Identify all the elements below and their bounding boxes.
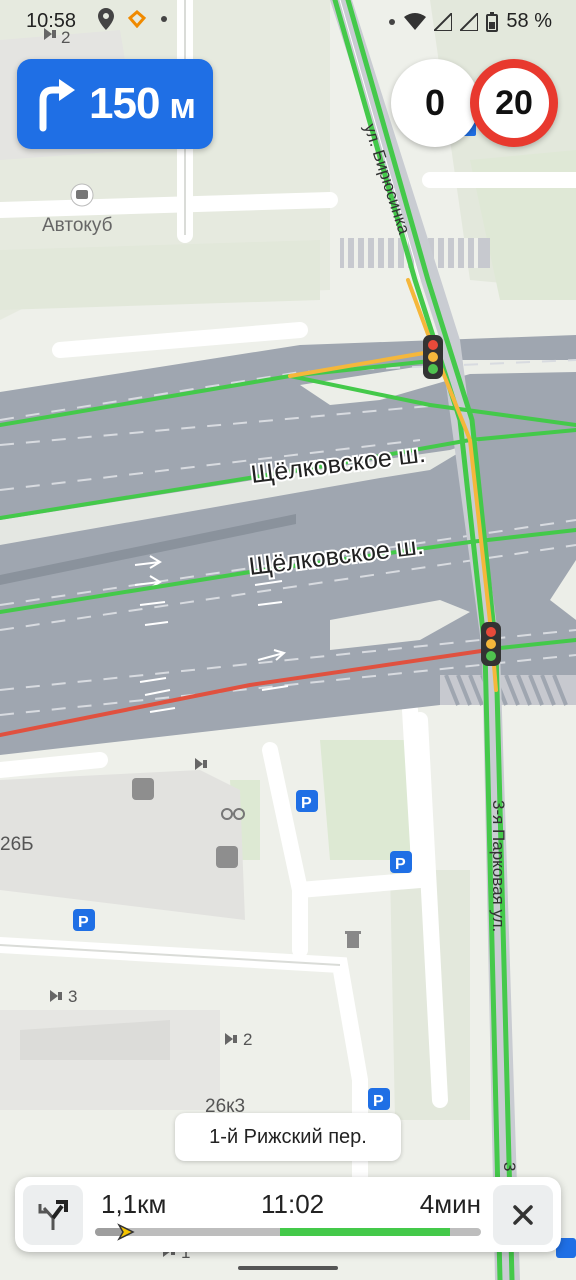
svg-text:P: P — [301, 795, 312, 812]
route-progress-bar — [95, 1228, 481, 1236]
position-marker-icon — [117, 1223, 135, 1241]
arrival-time: 11:02 — [261, 1189, 325, 1219]
entrance-label: 3 — [68, 987, 77, 1006]
maneuver-distance: 150 — [89, 79, 160, 128]
svg-text:P: P — [395, 856, 406, 873]
parking-icon: P — [73, 909, 95, 931]
battery-percent: 58 % — [506, 10, 552, 32]
maneuver-distance-unit: м — [169, 85, 196, 126]
wifi-icon — [404, 12, 427, 30]
current-speed: 0 — [391, 59, 479, 147]
route-overview-button[interactable] — [23, 1185, 83, 1245]
remaining-distance: 1,1км — [101, 1189, 167, 1219]
parking-icon: P — [390, 851, 412, 873]
poi-label-autokub: Автокуб — [42, 215, 113, 236]
svg-text:P: P — [78, 914, 89, 931]
navigation-map[interactable]: P P P P Автокуб ул. Бирюсинка Щёлковское… — [0, 0, 576, 1280]
close-button[interactable] — [493, 1185, 553, 1245]
turn-right-icon — [39, 79, 75, 132]
status-bar: 10:58 58 % — [0, 0, 576, 44]
svg-text:P: P — [373, 1093, 384, 1110]
signal-icon — [434, 12, 453, 31]
speed-limit-sign: 20 — [470, 59, 558, 147]
battery-icon — [486, 11, 499, 32]
close-icon — [513, 1205, 533, 1225]
fork-arrow-icon — [38, 1200, 68, 1230]
parking-icon: P — [368, 1088, 390, 1110]
remaining-time: 4мин — [419, 1189, 481, 1219]
dot-icon — [161, 16, 167, 22]
app-notification-icon — [128, 10, 146, 28]
street-label-partial: 3 — [500, 1162, 519, 1171]
entrance-label: 2 — [243, 1030, 252, 1049]
route-traffic-segment — [280, 1228, 451, 1236]
signal-icon — [460, 12, 479, 31]
maneuver-card[interactable]: 150 м — [17, 59, 213, 149]
parking-icon: P — [296, 790, 318, 812]
gesture-nav-handle[interactable] — [238, 1266, 338, 1270]
next-street-label: 1-й Рижский пер. — [175, 1113, 401, 1161]
route-panel[interactable]: 1,1км 11:02 4мин — [15, 1177, 561, 1252]
dot-icon — [389, 18, 396, 25]
street-label-3-parkovaya: 3-я Парковая ул. — [489, 800, 508, 932]
building-label-26b: 26Б — [0, 834, 34, 855]
location-icon — [98, 8, 114, 30]
status-time: 10:58 — [26, 10, 77, 32]
